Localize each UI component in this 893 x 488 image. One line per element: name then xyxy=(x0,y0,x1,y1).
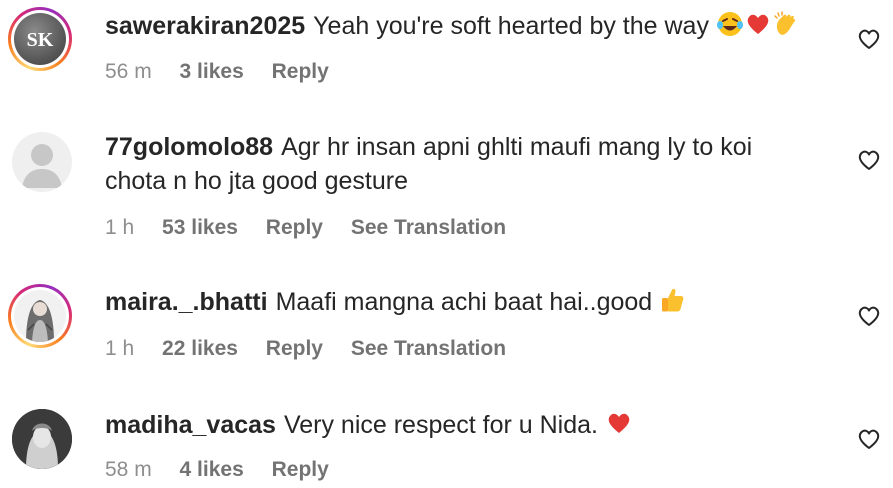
comment-item: madiha_vacas Very nice respect for u Nida… xyxy=(0,395,893,488)
comment-username[interactable]: sawerakiran2025 xyxy=(105,12,305,40)
reply-button[interactable]: Reply xyxy=(272,458,329,481)
comment-meta: 58 m 4 likes Reply xyxy=(105,458,351,482)
comment-body: Very nice respect for u Nida. xyxy=(283,411,598,439)
comment-item: SK sawerakiran2025 Yeah you're soft heart… xyxy=(0,0,893,110)
reply-button[interactable]: Reply xyxy=(266,216,323,239)
comment-timestamp: 58 m xyxy=(105,458,152,481)
reply-button[interactable]: Reply xyxy=(272,60,329,83)
comment-meta: 56 m 3 likes Reply xyxy=(105,60,351,84)
comment-item: maira._.bhatti Maafi mangna achi baat hai… xyxy=(0,270,893,390)
likes-count[interactable]: 22 likes xyxy=(162,337,238,360)
like-heart-icon[interactable] xyxy=(857,149,881,171)
like-heart-icon[interactable] xyxy=(857,28,881,50)
avatar[interactable]: SK xyxy=(8,7,72,71)
comment-meta: 1 h 22 likes Reply See Translation xyxy=(105,337,528,361)
comment-body: Maafi mangna achi baat hai..good xyxy=(275,288,653,316)
avatar[interactable] xyxy=(12,409,72,469)
profile-photo-icon xyxy=(26,300,54,342)
comment-text: sawerakiran2025 Yeah you're soft hearted … xyxy=(105,9,835,43)
red-heart-emoji xyxy=(608,413,630,433)
avatar[interactable] xyxy=(12,132,72,192)
comment-text: 77golomolo88 Agr hr insan apni ghlti mauf… xyxy=(105,130,805,198)
comment-username[interactable]: 77golomolo88 xyxy=(105,133,273,161)
comment-item: 77golomolo88 Agr hr insan apni ghlti mauf… xyxy=(0,110,893,250)
comment-meta: 1 h 53 likes Reply See Translation xyxy=(105,216,528,240)
like-heart-icon[interactable] xyxy=(857,428,881,450)
comment-timestamp: 1 h xyxy=(105,216,135,239)
comment-text: madiha_vacas Very nice respect for u Nida… xyxy=(105,408,835,442)
comment-timestamp: 56 m xyxy=(105,60,152,83)
likes-count[interactable]: 53 likes xyxy=(162,216,238,239)
like-heart-icon[interactable] xyxy=(857,305,881,327)
likes-count[interactable]: 3 likes xyxy=(180,60,244,83)
comment-text: maira._.bhatti Maafi mangna achi baat hai… xyxy=(105,285,835,319)
comment-body: Yeah you're soft hearted by the way xyxy=(313,12,709,40)
avatar-initials: SK xyxy=(27,29,54,51)
laughing-tears-emoji xyxy=(716,12,743,36)
comment-username[interactable]: maira._.bhatti xyxy=(105,288,268,316)
profile-photo-icon xyxy=(12,409,72,469)
sk-logo-icon: SK xyxy=(27,29,54,51)
see-translation-button[interactable]: See Translation xyxy=(351,216,506,239)
default-avatar-icon xyxy=(22,144,62,188)
comment-timestamp: 1 h xyxy=(105,337,135,360)
likes-count[interactable]: 4 likes xyxy=(180,458,244,481)
red-heart-emoji xyxy=(747,14,769,34)
clapping-hands-emoji xyxy=(774,11,796,35)
see-translation-button[interactable]: See Translation xyxy=(351,337,506,360)
thumbs-up-emoji xyxy=(662,288,684,312)
comment-username[interactable]: madiha_vacas xyxy=(105,411,276,439)
avatar[interactable] xyxy=(8,284,72,348)
reply-button[interactable]: Reply xyxy=(266,337,323,360)
